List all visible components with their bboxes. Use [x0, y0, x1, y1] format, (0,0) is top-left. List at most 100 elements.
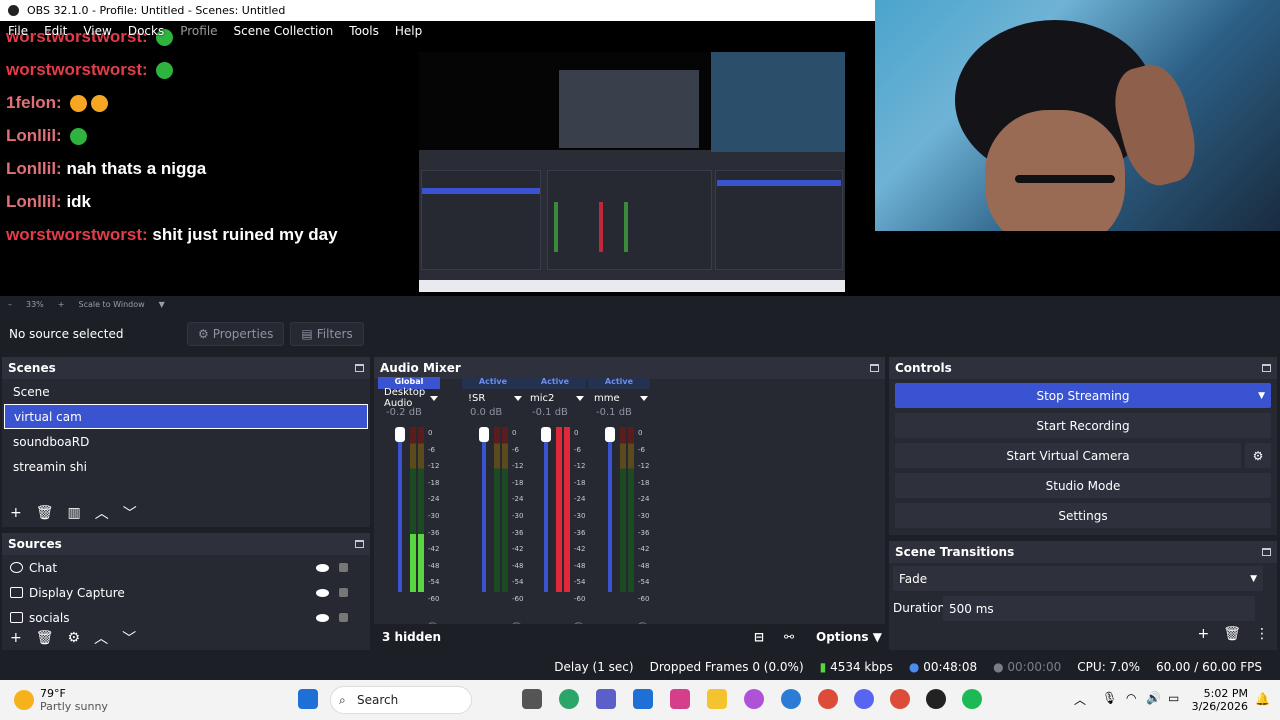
store-icon[interactable]	[633, 689, 653, 709]
eye-icon[interactable]	[316, 613, 329, 622]
menu-docks[interactable]: Docks	[120, 24, 172, 42]
volume-slider[interactable]	[605, 427, 615, 592]
transition-select[interactable]: Fade ▼	[893, 566, 1263, 591]
link-icon[interactable]: ⚯	[784, 630, 794, 644]
more-icon[interactable]: ⋮	[1255, 626, 1269, 642]
filters-button[interactable]: ▤ Filters	[290, 322, 364, 346]
source-item[interactable]: Chat	[2, 555, 370, 580]
meter-scale-label: -12	[638, 462, 650, 471]
chevron-up-icon[interactable]: ︿	[1074, 691, 1086, 708]
chrome-profile-icon[interactable]	[890, 689, 910, 709]
microphone-icon[interactable]: 🎙	[1102, 691, 1117, 705]
volume-meter	[556, 427, 562, 592]
lock-icon[interactable]	[339, 613, 348, 622]
volume-slider-handle[interactable]	[605, 427, 615, 442]
undock-icon[interactable]	[870, 364, 879, 372]
volume-slider-handle[interactable]	[541, 427, 551, 442]
obs-icon[interactable]	[926, 689, 946, 709]
discord-icon[interactable]	[854, 689, 874, 709]
menu-edit[interactable]: Edit	[36, 24, 75, 42]
volume-slider-handle[interactable]	[395, 427, 405, 442]
volume-slider[interactable]	[541, 427, 551, 592]
properties-button[interactable]: ⚙ Properties	[187, 322, 285, 346]
filters-icon[interactable]: ▥	[68, 505, 81, 521]
channel-name-dropdown[interactable]: mme	[588, 389, 650, 407]
menu-tools[interactable]: Tools	[341, 24, 387, 42]
notification-icon[interactable]: 🔔	[1255, 692, 1270, 706]
gear-icon[interactable]: ⚙	[68, 630, 81, 646]
weather-widget[interactable]: 79°F Partly sunny	[14, 687, 108, 713]
scale-mode-dropdown[interactable]: Scale to Window	[78, 300, 144, 309]
menu-profile[interactable]: Profile	[172, 24, 225, 42]
menu-scene-collection[interactable]: Scene Collection	[226, 24, 342, 42]
undock-icon[interactable]	[355, 364, 364, 372]
mixer-header: Audio Mixer	[374, 357, 885, 379]
scene-item[interactable]: virtual cam	[4, 404, 368, 429]
zoom-in-button[interactable]: +	[58, 300, 65, 309]
add-icon[interactable]: +	[1197, 626, 1209, 642]
taskbar-search[interactable]: ⌕ Search	[330, 686, 472, 714]
edge-beta-icon[interactable]	[781, 689, 801, 709]
chevron-down-icon[interactable]: ﹀	[122, 628, 136, 648]
copilot-icon[interactable]	[744, 689, 764, 709]
scene-item[interactable]: streamin shi	[4, 454, 368, 479]
volume-slider-handle[interactable]	[479, 427, 489, 442]
trash-icon[interactable]: 🗑	[36, 630, 54, 646]
volume-meter-level	[410, 534, 416, 592]
source-item[interactable]: Display Capture	[2, 580, 370, 605]
volume-slider[interactable]	[395, 427, 405, 592]
options-button[interactable]: Options ▼	[816, 630, 882, 644]
duration-spinbox[interactable]: 500 ms	[943, 596, 1255, 621]
undock-icon[interactable]	[1262, 548, 1271, 556]
chevron-up-icon[interactable]: ︿	[95, 503, 109, 523]
menu-help[interactable]: Help	[387, 24, 430, 42]
zoom-out-button[interactable]: –	[8, 300, 12, 309]
undock-icon[interactable]	[355, 540, 364, 548]
chrome-icon[interactable]	[818, 689, 838, 709]
layout-icon[interactable]: ⊟	[754, 630, 764, 644]
scene-item[interactable]: Scene	[4, 379, 368, 404]
eye-icon[interactable]	[316, 563, 329, 572]
battery-icon[interactable]: ▭	[1168, 691, 1179, 705]
wifi-icon[interactable]: ◠	[1126, 691, 1136, 705]
volume-slider[interactable]	[479, 427, 489, 592]
studio-mode-button[interactable]: Studio Mode	[895, 473, 1271, 498]
windows-start-icon[interactable]	[298, 689, 318, 709]
edge-icon[interactable]	[559, 689, 579, 709]
add-icon[interactable]: +	[10, 505, 22, 521]
add-icon[interactable]: +	[10, 630, 22, 646]
trash-icon[interactable]: 🗑	[36, 505, 54, 521]
scene-item[interactable]: soundboaRD	[4, 429, 368, 454]
spotify-icon[interactable]	[962, 689, 982, 709]
undock-icon[interactable]	[1262, 364, 1271, 372]
lock-icon[interactable]	[339, 588, 348, 597]
start-virtual-camera-button[interactable]: Start Virtual Camera	[895, 443, 1241, 468]
menu-file[interactable]: File	[0, 24, 36, 42]
channel-name-dropdown[interactable]: Desktop Audio	[378, 387, 440, 409]
channel-name-dropdown[interactable]: mic2	[524, 389, 586, 407]
start-recording-button[interactable]: Start Recording	[895, 413, 1271, 438]
hidden-count[interactable]: 3 hidden	[382, 630, 441, 644]
channel-db: 0.0 dB	[470, 407, 503, 418]
stop-streaming-button[interactable]: Stop Streaming ▼	[895, 383, 1271, 408]
clock[interactable]: 5:02 PM 3/26/2026	[1192, 687, 1248, 713]
menu-view[interactable]: View	[75, 24, 119, 42]
teams-icon[interactable]	[596, 689, 616, 709]
virtual-camera-settings-button[interactable]: ⚙	[1245, 443, 1271, 468]
chevron-down-icon[interactable]: ﹀	[123, 503, 137, 523]
meter-scale-label: -6	[428, 445, 435, 454]
emote-icon	[70, 128, 88, 146]
meter-scale-label: -12	[574, 462, 586, 471]
lock-icon[interactable]	[339, 563, 348, 572]
chevron-down-icon[interactable]: ▼	[159, 300, 165, 309]
chevron-up-icon[interactable]: ︿	[94, 628, 108, 648]
volume-icon[interactable]: 🔊	[1146, 691, 1161, 705]
task-view-icon[interactable]	[522, 689, 542, 709]
settings-button[interactable]: Settings	[895, 503, 1271, 528]
eye-icon[interactable]	[316, 588, 329, 597]
trash-icon[interactable]: 🗑	[1223, 626, 1241, 642]
file-explorer-icon[interactable]	[707, 689, 727, 709]
channel-name-dropdown[interactable]: !SR	[462, 389, 524, 407]
instagram-icon[interactable]	[670, 689, 690, 709]
chevron-down-icon[interactable]: ▼	[1258, 391, 1265, 401]
